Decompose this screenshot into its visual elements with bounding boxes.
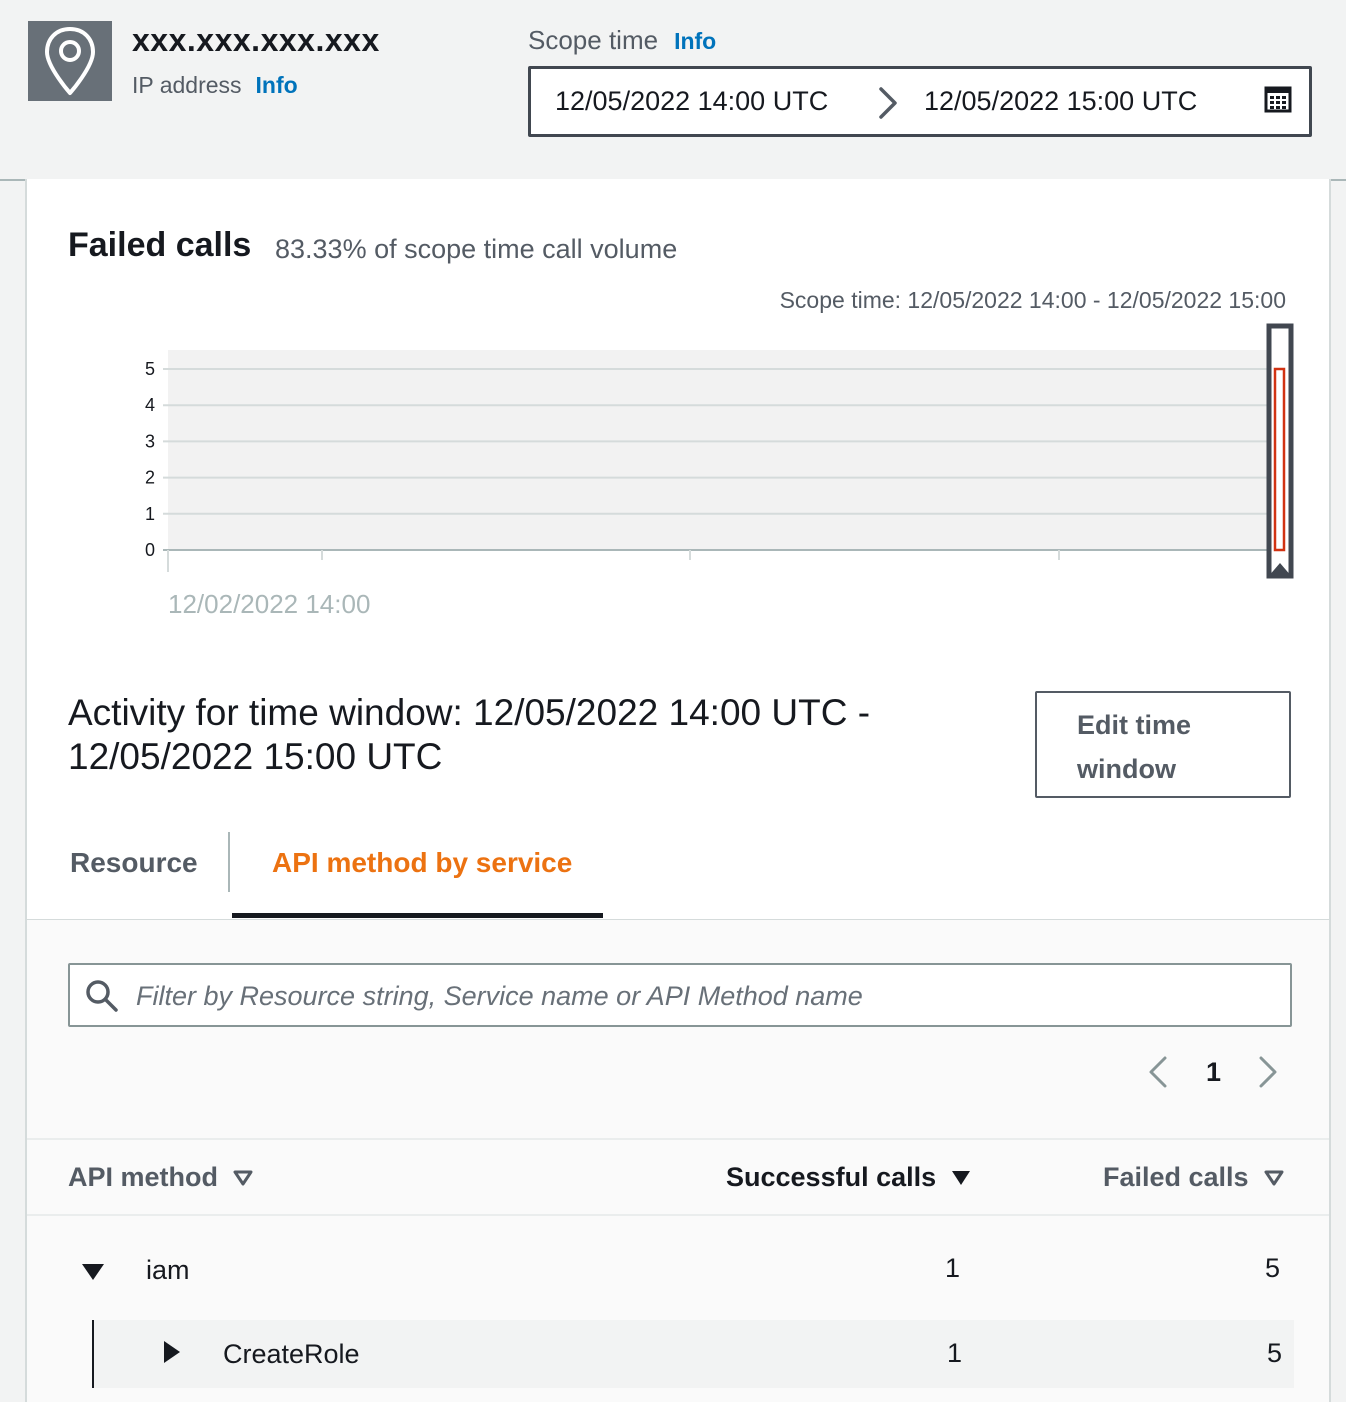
table-row: CreateRole 1 5 bbox=[92, 1320, 1294, 1388]
chevron-right-icon bbox=[875, 83, 901, 128]
x-tick-label: 12/02/2022 14:00 bbox=[168, 589, 370, 619]
y-tick-label: 1 bbox=[145, 504, 155, 524]
failed-calls-bar bbox=[1273, 367, 1286, 552]
failed-calls-value: 5 bbox=[1265, 1253, 1281, 1283]
plot-background bbox=[168, 350, 1272, 550]
service-name: iam bbox=[146, 1255, 190, 1285]
tab-bar: Resource API method by service bbox=[27, 829, 1329, 921]
filter-input[interactable] bbox=[134, 973, 1278, 1019]
sort-icon bbox=[233, 1170, 253, 1185]
current-page-number[interactable]: 1 bbox=[1206, 1057, 1221, 1107]
failed-calls-chart: 0 1 2 3 4 5 12/02/2022 14:00 bbox=[27, 319, 1333, 639]
range-end: 12/05/2022 15:00 UTC bbox=[924, 86, 1198, 116]
scope-time-label-text: Scope time bbox=[528, 25, 659, 55]
active-tab-indicator bbox=[232, 913, 603, 918]
column-header-failed-calls[interactable]: Failed calls bbox=[1103, 1162, 1285, 1193]
tab-resource[interactable]: Resource bbox=[70, 847, 198, 879]
column-header-failed-calls-label: Failed calls bbox=[1103, 1162, 1249, 1192]
ip-address-label-text: IP address bbox=[132, 72, 242, 98]
location-pin-icon bbox=[28, 21, 112, 101]
scope-time-label: Scope time Info bbox=[528, 25, 716, 56]
calendar-icon[interactable] bbox=[1264, 85, 1294, 120]
range-start: 12/05/2022 14:00 UTC bbox=[555, 86, 829, 116]
failed-calls-panel: Failed calls 83.33% of scope time call v… bbox=[25, 179, 1331, 1402]
failed-calls-title: Failed calls bbox=[68, 226, 252, 264]
next-page-icon[interactable] bbox=[1255, 1050, 1281, 1100]
chart-svg: 0 1 2 3 4 5 12/02/2022 14:00 bbox=[145, 323, 1294, 619]
column-header-successful-calls-label: Successful calls bbox=[726, 1162, 937, 1192]
column-header-api-method[interactable]: API method bbox=[68, 1162, 254, 1193]
expand-caret-icon[interactable] bbox=[163, 1340, 181, 1371]
failed-calls-subtitle: 83.33% of scope time call volume bbox=[275, 234, 678, 264]
date-range-picker[interactable]: 12/05/2022 14:00 UTC 12/05/2022 15:00 UT… bbox=[528, 66, 1312, 137]
ip-address-title: xxx.xxx.xxx.xxx bbox=[132, 22, 380, 58]
ip-address-label: IP address Info bbox=[132, 72, 298, 99]
failed-calls-value: 5 bbox=[1267, 1338, 1283, 1368]
y-tick-label: 2 bbox=[145, 468, 155, 488]
collapse-caret-icon[interactable] bbox=[81, 1257, 105, 1288]
scope-info-link[interactable]: Info bbox=[674, 28, 716, 54]
sort-icon bbox=[1264, 1170, 1284, 1185]
sort-descending-icon bbox=[952, 1170, 971, 1185]
ip-info-link[interactable]: Info bbox=[256, 72, 298, 98]
api-method-name: CreateRole bbox=[223, 1339, 360, 1369]
column-header-api-method-label: API method bbox=[68, 1162, 219, 1192]
scope-time-caption: Scope time: 12/05/2022 14:00 - 12/05/202… bbox=[779, 287, 1286, 313]
page-header: xxx.xxx.xxx.xxx IP address Info Scope tim… bbox=[0, 0, 1346, 181]
search-icon bbox=[85, 979, 119, 1018]
y-tick-label: 4 bbox=[145, 395, 155, 415]
successful-calls-value: 1 bbox=[945, 1253, 961, 1283]
table-row: iam 1 5 bbox=[27, 1233, 1329, 1303]
previous-page-icon[interactable] bbox=[1145, 1050, 1171, 1100]
activity-title: Activity for time window: 12/05/2022 14:… bbox=[68, 692, 871, 777]
y-tick-label: 5 bbox=[145, 359, 155, 379]
tab-divider bbox=[228, 832, 230, 892]
api-method-table-section: 1 API method Successful calls Failed cal… bbox=[27, 920, 1329, 1402]
tab-api-method-by-service[interactable]: API method by service bbox=[272, 847, 572, 879]
successful-calls-value: 1 bbox=[947, 1338, 963, 1368]
y-tick-label: 0 bbox=[145, 540, 155, 560]
y-tick-label: 3 bbox=[145, 431, 155, 451]
table-header: API method Successful calls Failed calls bbox=[27, 1138, 1329, 1216]
edit-time-window-button[interactable]: Edit time window bbox=[1035, 691, 1291, 798]
filter-field[interactable] bbox=[68, 963, 1292, 1027]
column-header-successful-calls[interactable]: Successful calls bbox=[726, 1162, 972, 1193]
